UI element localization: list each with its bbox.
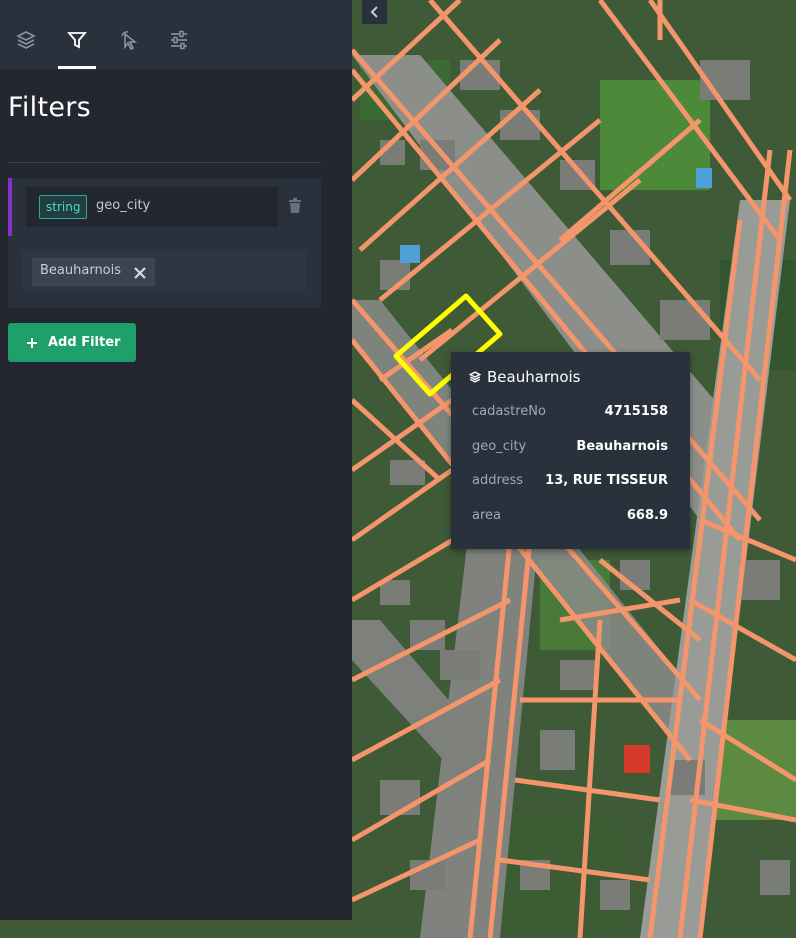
red-roof [624,745,650,773]
add-filter-button[interactable]: Add Filter [8,323,136,362]
trash-icon [289,198,301,213]
field-type-badge: string [39,195,88,219]
tooltip-key: cadastreNo [472,404,546,419]
value-chip: Beauharnois [32,258,156,286]
tab-map-settings[interactable] [160,30,198,70]
tooltip-layer-name: Beauharnois [487,368,581,386]
layers-icon [469,371,481,383]
filter-icon [67,32,87,49]
pool-2 [696,168,712,188]
side-panel: Filters string geo_city Beauharnois Add … [0,0,352,920]
panel-title: Filters [8,92,92,123]
tooltip-key: area [472,508,501,523]
filter-value-select[interactable]: Beauharnois [22,251,307,291]
field-selector[interactable]: string geo_city [26,187,278,227]
filter-card: string geo_city Beauharnois [8,178,321,308]
tab-interactions[interactable] [110,30,148,70]
tooltip-value: 13, RUE TISSEUR [545,473,668,488]
tooltip-row: area 668.9 [472,508,668,523]
tooltip-row: address 13, RUE TISSEUR [472,473,668,488]
tooltip-key: address [472,473,524,488]
close-icon [134,267,146,279]
tab-layers[interactable] [7,30,45,70]
remove-filter-button[interactable] [288,198,302,218]
interaction-icon [121,31,138,50]
divider [8,162,321,163]
panel-tab-bar [0,0,352,70]
layers-icon [16,31,36,49]
filter-accent-bar [8,178,12,236]
add-filter-label: Add Filter [48,335,121,350]
tooltip-row: cadastreNo 4715158 [472,404,668,419]
settings-sliders-icon [171,30,187,50]
value-chip-label: Beauharnois [40,263,122,278]
tooltip-row: geo_city Beauharnois [472,439,668,454]
pool [400,245,420,263]
tooltip-value: Beauharnois [576,439,668,454]
tooltip-value: 668.9 [626,508,668,523]
tooltip-key: geo_city [472,439,527,454]
feature-tooltip: Beauharnois cadastreNo 4715158 geo_city … [451,352,690,549]
tooltip-value: 4715158 [604,404,668,419]
field-name: geo_city [96,198,151,213]
collapse-sidebar-button[interactable] [362,0,387,24]
tooltip-header: Beauharnois [469,368,581,386]
plus-icon [27,337,37,348]
remove-value-button[interactable] [133,264,147,290]
tab-filters[interactable] [58,30,96,70]
chevron-left-icon [370,6,378,18]
